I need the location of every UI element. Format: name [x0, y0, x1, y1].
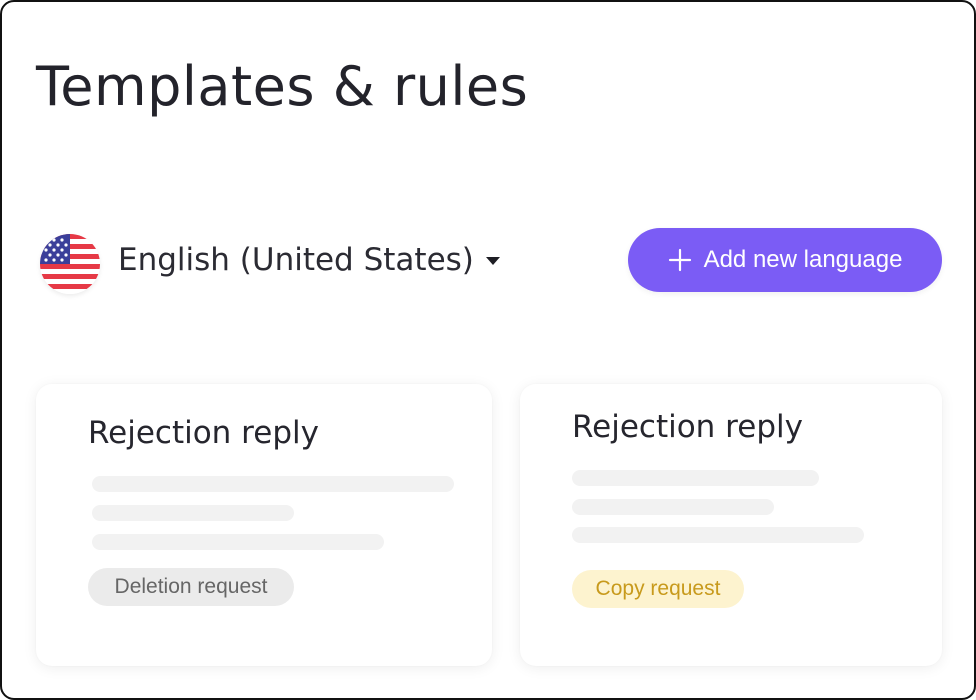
- app-frame: Templates & rules English (United States…: [0, 0, 976, 700]
- template-card[interactable]: Rejection reply Deletion request: [36, 384, 492, 666]
- template-card-title: Rejection reply: [572, 409, 803, 445]
- template-card-title: Rejection reply: [88, 415, 319, 451]
- text-placeholder-line: [572, 527, 864, 543]
- template-card[interactable]: Rejection reply Copy request: [520, 384, 942, 666]
- us-flag-graphic: [40, 234, 100, 294]
- text-placeholder-line: [92, 476, 454, 492]
- language-dropdown[interactable]: English (United States): [118, 245, 500, 276]
- text-placeholder-line: [572, 470, 819, 486]
- add-new-language-button[interactable]: Add new language: [628, 228, 942, 292]
- page-title: Templates & rules: [36, 55, 529, 118]
- text-placeholder-line: [572, 499, 774, 515]
- plus-icon: [668, 248, 691, 272]
- deletion-request-tag: Deletion request: [88, 568, 294, 606]
- text-placeholder-line: [92, 505, 294, 521]
- us-flag-icon: [40, 234, 100, 294]
- text-placeholder-line: [92, 534, 384, 550]
- add-new-language-label: Add new language: [703, 246, 903, 273]
- copy-request-tag: Copy request: [572, 570, 744, 608]
- caret-down-icon: [485, 256, 500, 265]
- language-label: English (United States): [118, 242, 474, 278]
